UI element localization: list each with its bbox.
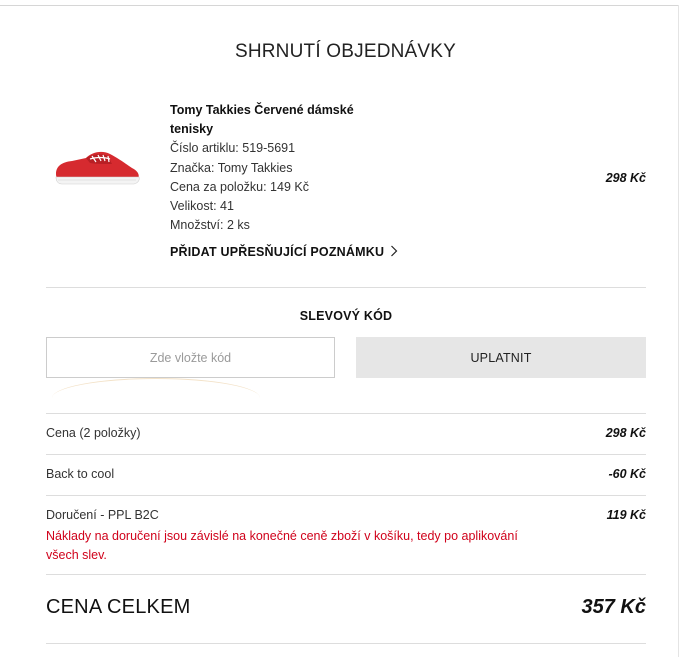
- apply-discount-button[interactable]: UPLATNIT: [356, 337, 646, 378]
- divider: [46, 287, 646, 288]
- product-quantity: Množství: 2 ks: [170, 218, 250, 233]
- delivery-row: Doručení - PPL B2C 119 Kč: [46, 508, 646, 522]
- delivery-note: Náklady na doručení jsou závislé na kone…: [46, 529, 518, 562]
- add-note-link[interactable]: PŘIDAT UPŘESŇUJÍCÍ POZNÁMKU: [170, 244, 398, 260]
- promo-value: -60 Kč: [608, 467, 646, 481]
- items-price-value: 298 Kč: [605, 426, 646, 440]
- product-article: Číslo artiklu: 519-5691: [170, 141, 296, 156]
- grand-total-row: CENA CELKEM 357 Kč: [46, 596, 646, 619]
- delivery-value: 119 Kč: [606, 508, 646, 522]
- divider: [46, 643, 646, 644]
- product-name[interactable]: Tomy Takkies Červené dámské tenisky: [170, 101, 385, 139]
- decorative-arc: [52, 378, 260, 398]
- top-divider: [0, 5, 679, 6]
- promo-label: Back to cool: [46, 467, 115, 481]
- divider: [46, 454, 646, 455]
- product-unit-price: Cena za položku: 149 Kč: [170, 179, 309, 194]
- page-title: SHRNUTÍ OBJEDNÁVKY: [234, 41, 457, 62]
- product-size: Velikost: 41: [170, 199, 234, 214]
- divider: [46, 574, 646, 575]
- grand-total-value: 357 Kč: [581, 596, 647, 618]
- product-price: 298 Kč: [605, 171, 646, 185]
- product-details: Tomy Takkies Červené dámské tenisky Čísl…: [170, 101, 385, 235]
- items-price-row: Cena (2 položky) 298 Kč: [46, 426, 646, 440]
- grand-total-label: CENA CELKEM: [46, 596, 191, 618]
- chevron-right-icon: [390, 244, 398, 260]
- discount-code-input[interactable]: [46, 337, 335, 378]
- delivery-label: Doručení - PPL B2C: [46, 508, 159, 522]
- add-note-label: PŘIDAT UPŘESŇUJÍCÍ POZNÁMKU: [170, 245, 385, 259]
- product-brand: Značka: Tomy Takkies: [170, 160, 293, 175]
- product-image: [55, 151, 140, 185]
- discount-title: SLEVOVÝ KÓD: [299, 309, 393, 323]
- divider: [46, 413, 646, 414]
- promo-row: Back to cool -60 Kč: [46, 467, 646, 481]
- items-price-label: Cena (2 položky): [46, 426, 141, 440]
- red-sneaker-icon: [55, 151, 140, 185]
- divider: [46, 495, 646, 496]
